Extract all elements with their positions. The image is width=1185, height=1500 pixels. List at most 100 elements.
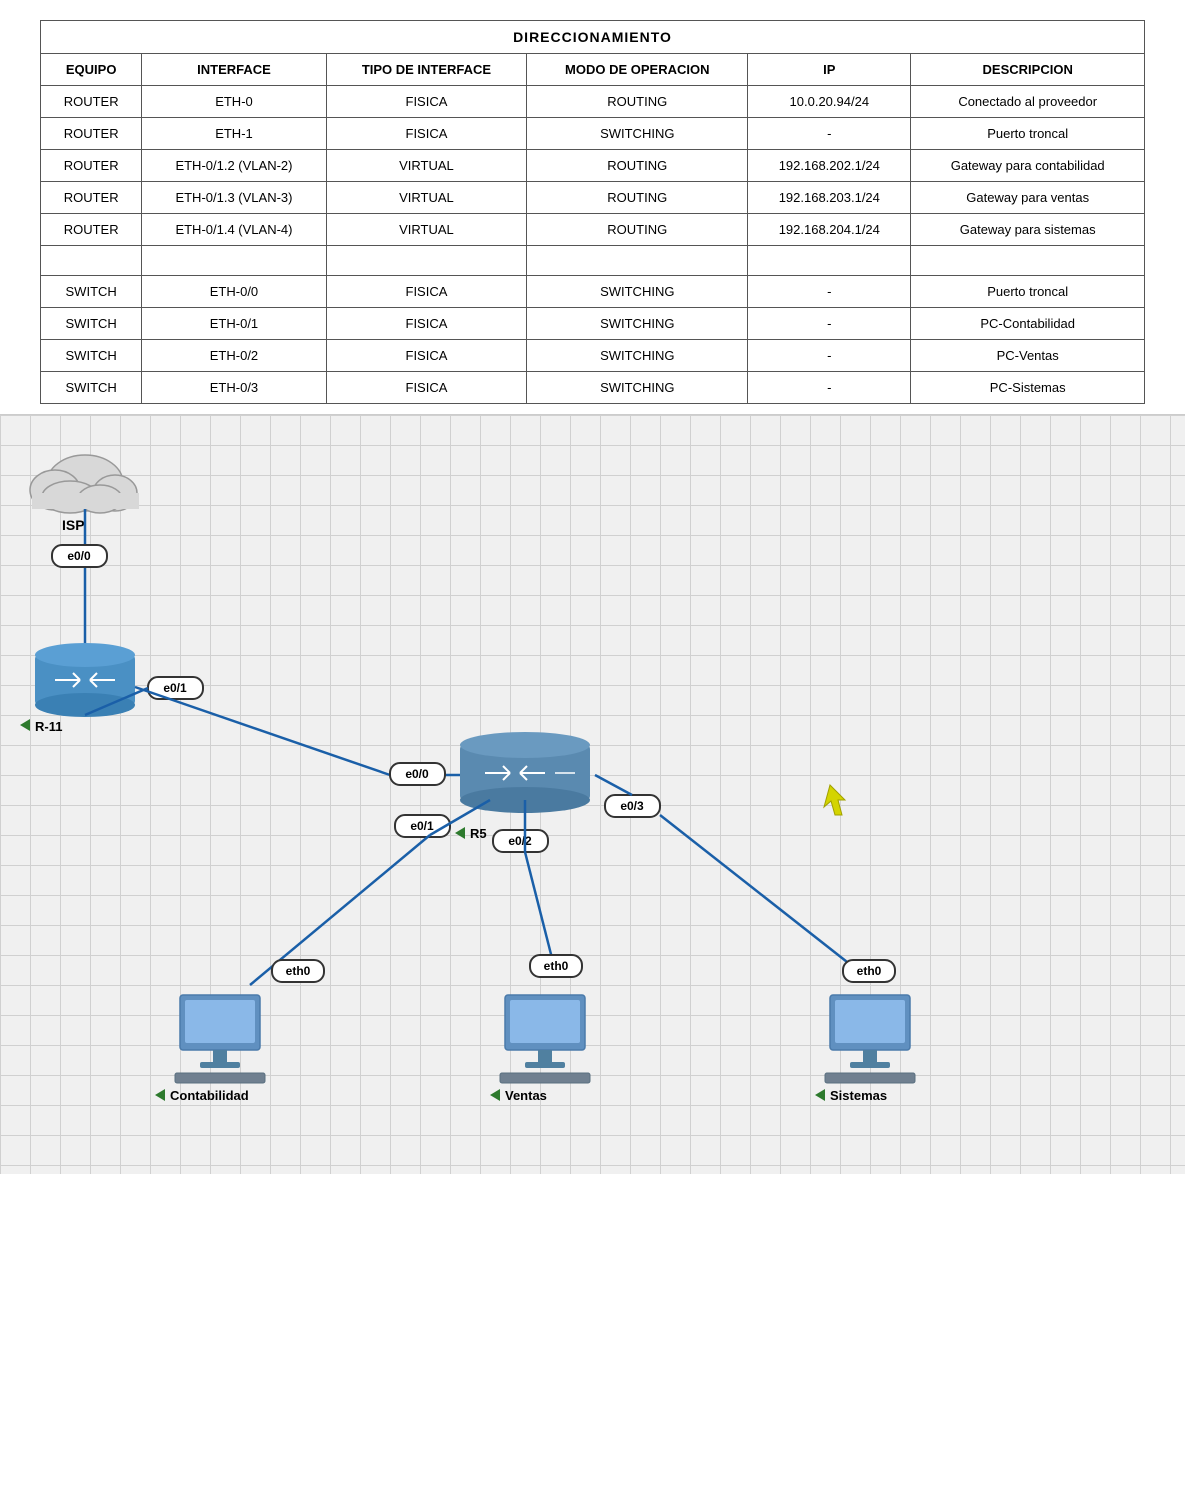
cell-2-3: ROUTING bbox=[527, 150, 748, 182]
cell-2-4: 192.168.202.1/24 bbox=[748, 150, 911, 182]
line-r11-r5 bbox=[135, 687, 390, 775]
pc-sistemas bbox=[825, 995, 915, 1083]
header-desc: DESCRIPCION bbox=[911, 54, 1145, 86]
cell-7-0: SWITCH bbox=[41, 308, 142, 340]
cell-5-4 bbox=[748, 246, 911, 276]
cell-3-5: Gateway para ventas bbox=[911, 182, 1145, 214]
bubble-eth0-sist: eth0 bbox=[857, 964, 882, 978]
cell-9-3: SWITCHING bbox=[527, 372, 748, 404]
line-e02-ventas bbox=[525, 852, 555, 970]
sist-play-icon bbox=[815, 1089, 825, 1101]
cell-0-0: ROUTER bbox=[41, 86, 142, 118]
cell-9-2: FISICA bbox=[326, 372, 527, 404]
cell-6-3: SWITCHING bbox=[527, 276, 748, 308]
cell-0-3: ROUTING bbox=[527, 86, 748, 118]
cell-3-3: ROUTING bbox=[527, 182, 748, 214]
cell-0-4: 10.0.20.94/24 bbox=[748, 86, 911, 118]
cell-9-4: - bbox=[748, 372, 911, 404]
header-tipo: TIPO DE INTERFACE bbox=[326, 54, 527, 86]
bubble-e00-r5: e0/0 bbox=[405, 767, 429, 781]
line-r5-e03-a bbox=[595, 775, 632, 795]
cell-1-4: - bbox=[748, 118, 911, 150]
cell-1-3: SWITCHING bbox=[527, 118, 748, 150]
cell-0-2: FISICA bbox=[326, 86, 527, 118]
cell-1-5: Puerto troncal bbox=[911, 118, 1145, 150]
cell-8-3: SWITCHING bbox=[527, 340, 748, 372]
diagram-section: ISP e0/0 R-11 e0/1 bbox=[0, 414, 1185, 1174]
cell-6-4: - bbox=[748, 276, 911, 308]
cell-7-1: ETH-0/1 bbox=[142, 308, 326, 340]
cell-6-5: Puerto troncal bbox=[911, 276, 1145, 308]
cell-4-5: Gateway para sistemas bbox=[911, 214, 1145, 246]
cell-7-4: - bbox=[748, 308, 911, 340]
bubble-e03-r5: e0/3 bbox=[620, 799, 644, 813]
cursor-arrow bbox=[824, 785, 845, 815]
cell-9-1: ETH-0/3 bbox=[142, 372, 326, 404]
cell-5-1 bbox=[142, 246, 326, 276]
cell-5-3 bbox=[527, 246, 748, 276]
cell-1-1: ETH-1 bbox=[142, 118, 326, 150]
cell-3-2: VIRTUAL bbox=[326, 182, 527, 214]
cell-3-4: 192.168.203.1/24 bbox=[748, 182, 911, 214]
cont-label: Contabilidad bbox=[170, 1088, 249, 1103]
cell-9-0: SWITCH bbox=[41, 372, 142, 404]
cell-8-0: SWITCH bbox=[41, 340, 142, 372]
cell-0-5: Conectado al proveedor bbox=[911, 86, 1145, 118]
cell-0-1: ETH-0 bbox=[142, 86, 326, 118]
router-r11 bbox=[35, 643, 135, 717]
table-title: DIRECCIONAMIENTO bbox=[41, 21, 1145, 54]
cell-5-2 bbox=[326, 246, 527, 276]
cell-4-1: ETH-0/1.4 (VLAN-4) bbox=[142, 214, 326, 246]
ventas-label: Ventas bbox=[505, 1088, 547, 1103]
r11-play-icon bbox=[20, 719, 30, 731]
direccionamiento-table: DIRECCIONAMIENTO EQUIPO INTERFACE TIPO D… bbox=[40, 20, 1145, 404]
r5-label: R5 bbox=[470, 826, 487, 841]
line-e03-sist bbox=[660, 815, 870, 980]
cell-5-5 bbox=[911, 246, 1145, 276]
cell-4-3: ROUTING bbox=[527, 214, 748, 246]
header-interface: INTERFACE bbox=[142, 54, 326, 86]
cell-9-5: PC-Sistemas bbox=[911, 372, 1145, 404]
bubble-eth0-cont: eth0 bbox=[286, 964, 311, 978]
header-modo: MODO DE OPERACION bbox=[527, 54, 748, 86]
bubble-eth0-ventas: eth0 bbox=[544, 959, 569, 973]
table-section: DIRECCIONAMIENTO EQUIPO INTERFACE TIPO D… bbox=[0, 0, 1185, 414]
isp-label: ISP bbox=[62, 517, 85, 533]
r11-label: R-11 bbox=[35, 719, 62, 734]
header-ip: IP bbox=[748, 54, 911, 86]
cell-2-1: ETH-0/1.2 (VLAN-2) bbox=[142, 150, 326, 182]
bubble-e00-r11: e0/0 bbox=[67, 549, 91, 563]
cell-4-4: 192.168.204.1/24 bbox=[748, 214, 911, 246]
cell-3-1: ETH-0/1.3 (VLAN-3) bbox=[142, 182, 326, 214]
cell-6-2: FISICA bbox=[326, 276, 527, 308]
cell-7-3: SWITCHING bbox=[527, 308, 748, 340]
cell-6-0: SWITCH bbox=[41, 276, 142, 308]
ventas-play-icon bbox=[490, 1089, 500, 1101]
cell-4-0: ROUTER bbox=[41, 214, 142, 246]
cell-3-0: ROUTER bbox=[41, 182, 142, 214]
cell-2-0: ROUTER bbox=[41, 150, 142, 182]
pc-contabilidad bbox=[175, 995, 265, 1083]
r5-play-icon bbox=[455, 827, 465, 839]
pc-ventas bbox=[500, 995, 590, 1083]
cont-play-icon bbox=[155, 1089, 165, 1101]
bubble-e01-r11: e0/1 bbox=[163, 681, 187, 695]
cell-5-0 bbox=[41, 246, 142, 276]
cell-4-2: VIRTUAL bbox=[326, 214, 527, 246]
cell-6-1: ETH-0/0 bbox=[142, 276, 326, 308]
cell-2-5: Gateway para contabilidad bbox=[911, 150, 1145, 182]
header-equipo: EQUIPO bbox=[41, 54, 142, 86]
sist-label: Sistemas bbox=[830, 1088, 887, 1103]
cell-7-2: FISICA bbox=[326, 308, 527, 340]
cloud-isp bbox=[30, 455, 139, 513]
cell-8-5: PC-Ventas bbox=[911, 340, 1145, 372]
bubble-e01-r5: e0/1 bbox=[410, 819, 434, 833]
cell-7-5: PC-Contabilidad bbox=[911, 308, 1145, 340]
cell-2-2: VIRTUAL bbox=[326, 150, 527, 182]
cell-8-4: - bbox=[748, 340, 911, 372]
cell-8-2: FISICA bbox=[326, 340, 527, 372]
bubble-e02-r5: e0/2 bbox=[508, 834, 532, 848]
cell-8-1: ETH-0/2 bbox=[142, 340, 326, 372]
cell-1-0: ROUTER bbox=[41, 118, 142, 150]
cell-1-2: FISICA bbox=[326, 118, 527, 150]
